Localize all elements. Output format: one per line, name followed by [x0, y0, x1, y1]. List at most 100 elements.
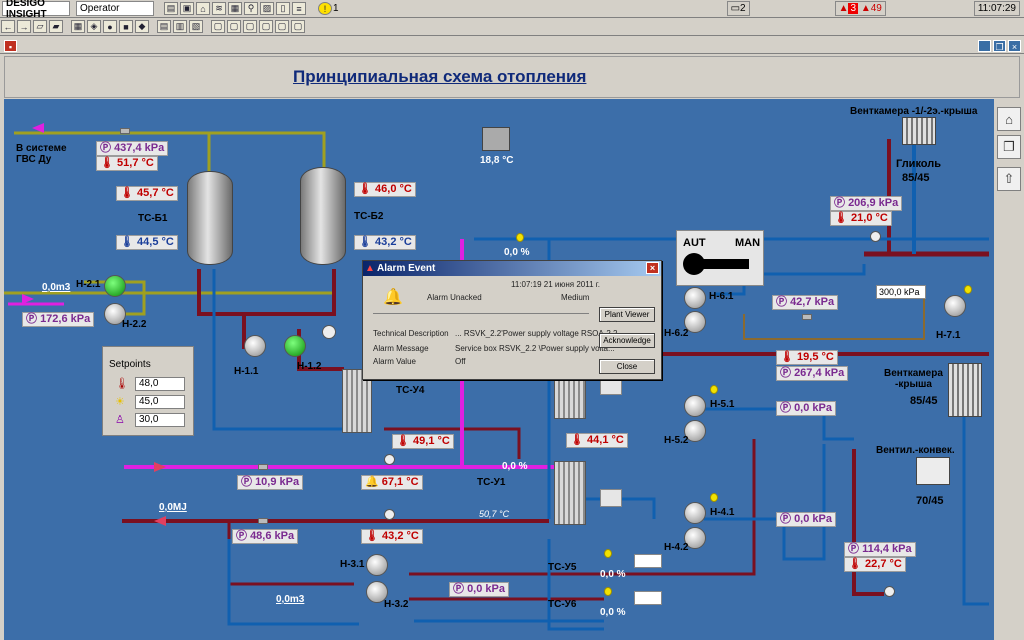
sun-icon: ☀	[115, 396, 125, 408]
tank-tsb1	[187, 171, 233, 265]
restore-icon[interactable]: ❐	[993, 40, 1006, 52]
pump-h41[interactable]	[684, 502, 706, 524]
print-icon[interactable]: ▤	[164, 2, 178, 15]
label-vent-roof2: Венткамера -крыша	[884, 368, 943, 390]
hand-icon	[710, 385, 718, 394]
plant-viewer-button[interactable]: Plant Viewer	[599, 307, 655, 322]
setpoints-title: Setpoints	[109, 359, 151, 370]
pump-h21[interactable]	[104, 275, 126, 297]
pump-h71[interactable]	[944, 295, 966, 317]
zoom4-icon[interactable]: ▢	[259, 20, 273, 33]
setpoint-3[interactable]: 30,0	[135, 413, 185, 427]
folder-icon[interactable]: ▰	[49, 20, 63, 33]
back-icon[interactable]: ←	[1, 20, 15, 33]
trend-icon[interactable]: ≋	[212, 2, 226, 15]
pages-icon[interactable]: ❐	[997, 135, 1021, 159]
label-m3b: 0,0m3	[276, 594, 305, 605]
printer-icon[interactable]: ▤	[157, 20, 171, 33]
doc-icon[interactable]: ▯	[276, 2, 290, 15]
open-icon[interactable]: ▱	[33, 20, 47, 33]
pressure-setpoint-select[interactable]: 300,0 kPa	[876, 285, 926, 299]
print2-icon[interactable]: ▥	[173, 20, 187, 33]
valve3-slider[interactable]	[634, 554, 662, 568]
t67-value: 67,1 °C	[381, 476, 419, 488]
zoom5-icon[interactable]: ▢	[275, 20, 289, 33]
pressure-vent2: Ⓟ 267,4 kPa	[776, 366, 849, 381]
pump-h31[interactable]	[366, 554, 388, 576]
tsb2-top-value: 46,0 °C	[375, 183, 412, 195]
pressure-conv: Ⓟ 114,4 kPa	[844, 542, 916, 557]
zoom3-icon[interactable]: ▢	[243, 20, 257, 33]
close-icon[interactable]: ×	[646, 262, 659, 274]
pressure-icon: Ⓟ	[848, 543, 863, 555]
convector	[916, 457, 950, 485]
pump-h12[interactable]	[284, 335, 306, 357]
list-icon[interactable]: ≡	[292, 2, 306, 15]
setpoint-1[interactable]: 48,0	[135, 377, 185, 391]
p-h2-value: 172,6 kPa	[40, 313, 91, 325]
pressure-icon: Ⓟ	[780, 402, 795, 414]
clock-icon[interactable]	[322, 325, 336, 339]
valve4-slider[interactable]	[634, 591, 662, 605]
pressure-icon: Ⓟ	[780, 367, 795, 379]
thermometer-icon: 🌡	[570, 434, 588, 446]
temp-67: 🔔 67,1 °C	[361, 475, 423, 490]
p10-value: 10,9 kPa	[255, 476, 300, 488]
circle-icon[interactable]: ●	[103, 20, 117, 33]
alarm-event-dialog: ▲ Alarm Event × 11:07:19 21 июня 2011 г. 🔔…	[362, 260, 662, 380]
alarm-dialog-icon: ▲	[365, 263, 375, 274]
pressure-h5: Ⓟ 0,0 kPa	[776, 401, 836, 416]
temp-49: 🌡 49,1 °C	[392, 434, 454, 449]
alarm-count: 3	[848, 3, 859, 14]
user-select[interactable]: Operator	[76, 1, 154, 16]
app-top-bar: DESIGO INSIGHT Operator ▤ ▣ ⌂ ≋ ▦ ⚲ ▨ ▯ ≡ ! 1 ▭ 2…	[0, 0, 1024, 20]
window-counter[interactable]: ▭ 2	[726, 1, 750, 16]
close-button[interactable]: Close	[599, 359, 655, 374]
value-label: Alarm Value	[373, 357, 416, 366]
label-ventconv-temp: 70/45	[916, 495, 944, 507]
pressure-icon: Ⓟ	[834, 197, 849, 209]
pressure-gauge-icon	[884, 586, 895, 597]
clock: 11:07:29	[973, 1, 1020, 16]
forward-icon[interactable]: →	[17, 20, 31, 33]
pump-h51[interactable]	[684, 395, 706, 417]
pump-h61[interactable]	[684, 287, 706, 309]
setpoint-2[interactable]: 45,0	[135, 395, 185, 409]
box-icon[interactable]: ■	[119, 20, 133, 33]
diagram-header: Принципиальная схема отопления	[4, 56, 1020, 98]
minimize-icon[interactable]: _	[978, 40, 991, 52]
alarm-counter[interactable]: ▲ 3 ▲ 49	[834, 1, 886, 16]
temp-tsb1-bot: 🌡 44,5 °C	[116, 235, 178, 250]
tag-icon[interactable]: ◆	[135, 20, 149, 33]
zoom6-icon[interactable]: ▢	[291, 20, 305, 33]
alarm-bell-counter[interactable]: ! 1	[314, 1, 342, 16]
layout-icon[interactable]: ▦	[71, 20, 85, 33]
network-icon[interactable]: ◈	[87, 20, 101, 33]
bell-icon: !	[318, 2, 332, 15]
pump-h11[interactable]	[244, 335, 266, 357]
windows-icon: ▭	[730, 3, 741, 14]
cursor-icon[interactable]	[600, 489, 622, 507]
report-icon[interactable]: ▦	[228, 2, 242, 15]
acknowledge-button[interactable]: Acknowledge	[599, 333, 655, 348]
label-ventconv: Вентил.-конвек.	[876, 445, 955, 456]
window-menu-icon[interactable]: ▪	[4, 40, 17, 52]
zoom-icon[interactable]: ▢	[211, 20, 225, 33]
p-vent2-value: 267,4 kPa	[794, 367, 845, 379]
print3-icon[interactable]: ▧	[189, 20, 203, 33]
temp-glycol: 🌡 21,0 °C	[830, 211, 892, 226]
search-icon[interactable]: ⚲	[244, 2, 258, 15]
auto-manual-switch[interactable]: AUT MAN	[676, 230, 764, 286]
graphic-icon[interactable]: ▨	[260, 2, 274, 15]
setpoints-panel: Setpoints 🌡 48,0 ☀ 45,0 ♙ 30,0	[102, 346, 194, 436]
label-vent-temp: 18,8 °C	[480, 155, 514, 166]
save-icon[interactable]: ▣	[180, 2, 194, 15]
up-arrow-icon[interactable]: ⇧	[997, 167, 1021, 191]
thermometer-icon: 🌡	[100, 157, 118, 169]
zoom2-icon[interactable]: ▢	[227, 20, 241, 33]
tsb1-bot-value: 44,5 °C	[137, 236, 174, 248]
close-icon[interactable]: ×	[1008, 40, 1021, 52]
home-icon[interactable]: ⌂	[997, 107, 1021, 131]
plant-icon[interactable]: ⌂	[196, 2, 210, 15]
thermometer-icon: 🌡	[396, 435, 414, 447]
